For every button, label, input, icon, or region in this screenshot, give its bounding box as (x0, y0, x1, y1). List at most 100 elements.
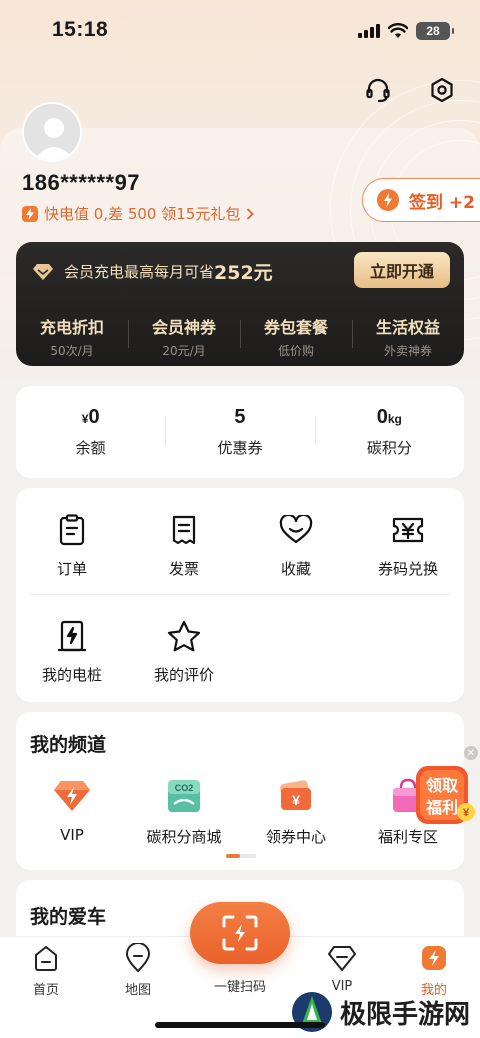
vip-benefit-item[interactable]: 充电折扣 50次/月 (16, 314, 128, 359)
settings-icon[interactable] (426, 74, 458, 106)
channel-label: 领券中心 (265, 828, 326, 846)
vip-benefit-item[interactable]: 券包套餐 低价购 (240, 314, 352, 359)
stat-value: 0 (376, 406, 388, 428)
menu-item-my-reviews[interactable]: 我的评价 (128, 616, 240, 685)
vip-icon (328, 946, 356, 971)
channel-label: VIP (60, 826, 84, 844)
stat-label: 碳积分 (366, 439, 412, 457)
vip-benefit-item[interactable]: 会员神券 20元/月 (128, 314, 240, 359)
vip-benefit-title: 会员神券 (151, 318, 216, 337)
vip-benefit-sub: 低价购 (277, 344, 314, 358)
status-time: 15:18 (52, 18, 109, 41)
stat-coupons[interactable]: 5 优惠券 (165, 406, 314, 458)
stat-label: 余额 (75, 439, 106, 457)
coupon-center-icon: ¥ (280, 780, 311, 810)
vip-benefit-item[interactable]: 生活权益 外卖神券 (352, 314, 464, 359)
menu-row: 订单 发票 收藏 券码兑换 (16, 510, 464, 579)
scan-icon (222, 915, 258, 951)
avatar[interactable] (22, 102, 82, 162)
status-icons: 28 (358, 22, 454, 40)
channel-label: 碳积分商城 (146, 828, 222, 846)
energy-promo-text: 快电值 0,差 500 领15元礼包 (44, 205, 241, 223)
vip-headline: 会员充电最高每月可省 252元 (32, 258, 273, 285)
checkin-button[interactable]: 签到 +2 (362, 178, 480, 222)
menu-item-favorites[interactable]: 收藏 (240, 510, 352, 579)
menu-item-my-charger[interactable]: 我的电桩 (16, 616, 128, 685)
home-indicator (155, 1022, 325, 1028)
stat-value: 0 (88, 406, 100, 428)
section-title: 我的频道 (30, 734, 107, 756)
chevron-right-icon (247, 207, 255, 220)
vip-benefit-sub: 外卖神券 (383, 344, 432, 358)
stat-carbon[interactable]: 0kg 碳积分 (314, 406, 464, 458)
float-promo-line1: 领取 (425, 776, 458, 795)
service-menu: 订单 发票 收藏 券码兑换 我的电桩 我的评价 (16, 488, 464, 702)
status-bar: 15:18 28 (0, 0, 480, 64)
tab-map[interactable]: 地图 (98, 943, 178, 998)
map-pin-icon (126, 943, 150, 972)
wallet-stats: ¥0 余额 5 优惠券 0kg 碳积分 (16, 386, 464, 478)
menu-item-code-redeem[interactable]: 券码兑换 (352, 510, 464, 579)
channel-coupon-center[interactable]: ¥ 领券中心 (240, 776, 352, 847)
channel-carbon-store[interactable]: CO2 碳积分商城 (128, 776, 240, 847)
battery-icon: 28 (416, 22, 454, 40)
user-phone: 186******97 (22, 170, 141, 195)
svg-text:CO2: CO2 (175, 783, 194, 793)
vip-benefit-title: 券包套餐 (263, 318, 328, 337)
ticket-icon (392, 517, 424, 543)
vip-benefit-title: 生活权益 (375, 318, 440, 337)
menu-item-label: 订单 (56, 560, 87, 578)
wifi-icon (388, 23, 408, 38)
stat-value: 5 (234, 406, 246, 428)
menu-row: 我的电桩 我的评价 (16, 616, 464, 685)
vip-benefits: 充电折扣 50次/月 会员神券 20元/月 券包套餐 低价购 生活权益 外卖神券 (16, 314, 464, 359)
vip-benefit-title: 充电折扣 (39, 318, 104, 337)
watermark-text: 极限手游网 (340, 999, 471, 1030)
menu-item-orders[interactable]: 订单 (16, 510, 128, 579)
stat-balance[interactable]: ¥0 余额 (16, 406, 165, 458)
co2-store-icon: CO2 (168, 780, 200, 812)
section-title: 我的爱车 (30, 906, 107, 928)
checkin-label: 签到 +2 (409, 192, 475, 213)
stat-label: 优惠券 (217, 439, 263, 457)
menu-item-invoice[interactable]: 发票 (128, 510, 240, 579)
me-bolt-icon (422, 946, 446, 970)
star-icon (167, 620, 201, 652)
receipt-icon (172, 515, 196, 545)
vip-benefit-sub: 50次/月 (50, 344, 94, 358)
vip-headline-amount: 252元 (214, 262, 273, 284)
vip-open-button[interactable]: 立即开通 (354, 252, 450, 288)
close-icon[interactable]: ✕ (464, 746, 478, 760)
menu-item-label: 我的评价 (153, 666, 214, 684)
vip-card[interactable]: 会员充电最高每月可省 252元 立即开通 充电折扣 50次/月 会员神券 20元/… (16, 242, 464, 366)
vip-headline-prefix: 会员充电最高每月可省 (64, 263, 215, 281)
menu-item-label: 收藏 (280, 560, 311, 578)
channel-pager (226, 854, 256, 858)
header-actions (362, 74, 458, 106)
menu-divider (30, 594, 450, 595)
clipboard-icon (59, 514, 85, 546)
lightning-coin-icon (377, 189, 399, 211)
diamond-icon (33, 263, 53, 280)
channel-vip[interactable]: VIP (16, 776, 128, 847)
headset-icon[interactable] (362, 74, 394, 106)
my-channels: 我的频道 VIP CO2 碳积分商城 ¥ 领券中心 福利专区 (16, 712, 464, 870)
menu-item-label: 我的电桩 (41, 666, 102, 684)
home-icon (35, 946, 57, 971)
stat-unit: kg (387, 412, 402, 426)
vip-diamond-icon (54, 781, 90, 811)
tab-home[interactable]: 首页 (6, 943, 86, 998)
tab-label: 地图 (124, 983, 151, 998)
energy-promo-link[interactable]: 快电值 0,差 500 领15元礼包 (22, 203, 255, 224)
scan-label: 一键扫码 (213, 980, 266, 995)
lightning-icon (22, 205, 38, 222)
welfare-float-badge[interactable]: ¥ 领取 福利 (412, 762, 476, 832)
tab-label: 首页 (32, 983, 59, 998)
channel-row: VIP CO2 碳积分商城 ¥ 领券中心 福利专区 (16, 776, 464, 847)
scan-button[interactable] (190, 902, 290, 964)
menu-item-label: 发票 (168, 560, 199, 578)
heart-icon (279, 515, 313, 544)
signal-icon (358, 24, 380, 38)
tab-vip[interactable]: VIP (302, 943, 382, 994)
charger-icon (57, 620, 87, 652)
